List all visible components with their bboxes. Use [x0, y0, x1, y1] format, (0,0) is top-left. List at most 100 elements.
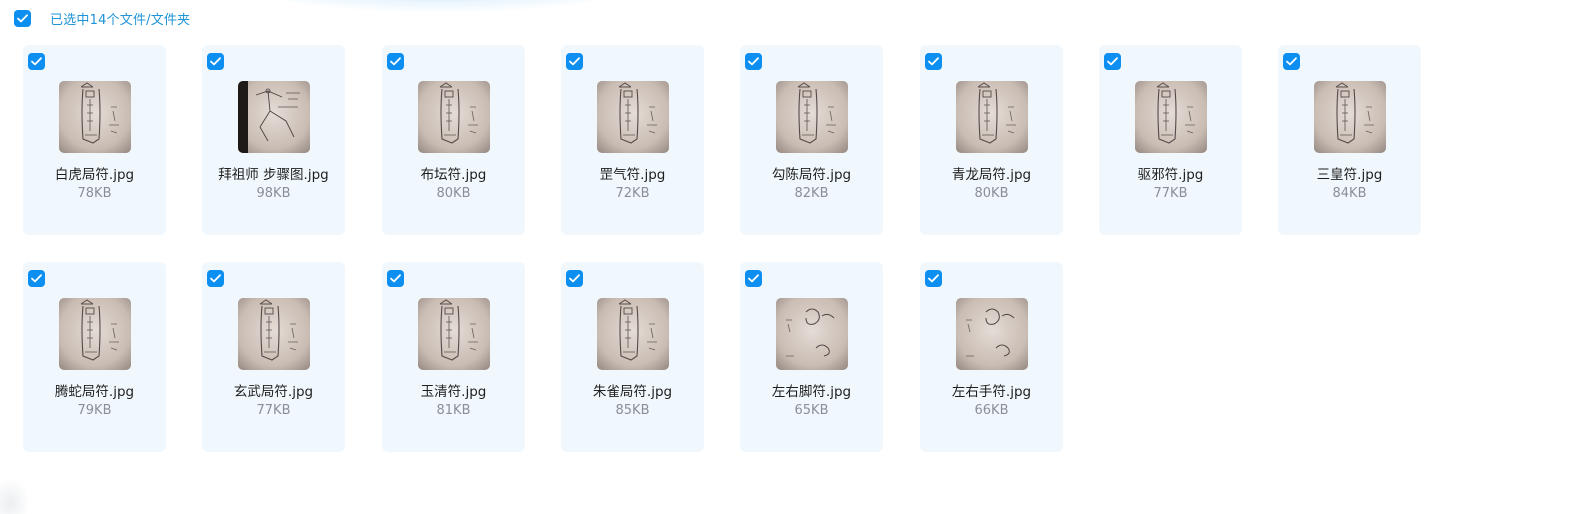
check-icon	[210, 57, 221, 66]
file-card[interactable]: 罡气符.jpg 72KB	[561, 45, 704, 235]
file-checkbox[interactable]	[28, 53, 45, 70]
check-icon	[748, 57, 759, 66]
check-icon	[210, 274, 221, 283]
file-thumbnail[interactable]	[597, 298, 669, 370]
file-thumbnail[interactable]	[238, 298, 310, 370]
file-size: 66KB	[974, 403, 1009, 418]
select-all-checkbox[interactable]	[14, 9, 31, 27]
check-icon	[31, 57, 42, 66]
check-icon	[928, 57, 939, 66]
file-thumbnail[interactable]	[776, 81, 848, 153]
selection-bar: 已选中14个文件/文件夹	[14, 8, 190, 28]
check-icon	[31, 274, 42, 283]
file-size: 78KB	[77, 186, 112, 201]
file-thumbnail[interactable]	[59, 298, 131, 370]
file-checkbox[interactable]	[28, 270, 45, 287]
file-card[interactable]: 拜祖师 步骤图.jpg 98KB	[202, 45, 345, 235]
file-thumbnail[interactable]	[597, 81, 669, 153]
file-name: 白虎局符.jpg	[54, 167, 135, 183]
check-icon	[1107, 57, 1118, 66]
file-checkbox[interactable]	[925, 53, 942, 70]
check-icon	[390, 274, 401, 283]
file-checkbox[interactable]	[1283, 53, 1300, 70]
top-glow-decoration	[250, 0, 630, 12]
thumbnail-image	[956, 81, 1028, 153]
file-thumbnail[interactable]	[1135, 81, 1207, 153]
thumbnail-image	[776, 298, 848, 370]
file-checkbox[interactable]	[745, 270, 762, 287]
check-icon	[928, 274, 939, 283]
file-size: 80KB	[974, 186, 1009, 201]
corner-fade-decoration	[0, 478, 30, 514]
file-grid-view: 已选中14个文件/文件夹 白虎局符.jpg 78KB 拜祖师 步骤图.jpg 98KB…	[0, 0, 1575, 514]
file-card[interactable]: 布坛符.jpg 80KB	[382, 45, 525, 235]
file-size: 65KB	[794, 403, 829, 418]
file-size: 79KB	[77, 403, 112, 418]
thumbnail-image	[238, 81, 310, 153]
file-card[interactable]: 玉清符.jpg 81KB	[382, 262, 525, 452]
file-checkbox[interactable]	[1104, 53, 1121, 70]
file-name: 罡气符.jpg	[599, 167, 666, 183]
thumbnail-image	[59, 298, 131, 370]
file-checkbox[interactable]	[387, 53, 404, 70]
file-size: 85KB	[615, 403, 650, 418]
file-name: 勾陈局符.jpg	[771, 167, 852, 183]
file-checkbox[interactable]	[387, 270, 404, 287]
file-thumbnail[interactable]	[418, 81, 490, 153]
file-size: 72KB	[615, 186, 650, 201]
file-card[interactable]: 朱雀局符.jpg 85KB	[561, 262, 704, 452]
file-card[interactable]: 青龙局符.jpg 80KB	[920, 45, 1063, 235]
file-thumbnail[interactable]	[59, 81, 131, 153]
file-card[interactable]: 左右手符.jpg 66KB	[920, 262, 1063, 452]
file-size: 84KB	[1332, 186, 1367, 201]
file-thumbnail[interactable]	[238, 81, 310, 153]
file-thumbnail[interactable]	[1314, 81, 1386, 153]
file-card[interactable]: 玄武局符.jpg 77KB	[202, 262, 345, 452]
file-card[interactable]: 腾蛇局符.jpg 79KB	[23, 262, 166, 452]
check-icon	[1286, 57, 1297, 66]
check-icon	[569, 274, 580, 283]
file-checkbox[interactable]	[207, 270, 224, 287]
file-card[interactable]: 勾陈局符.jpg 82KB	[740, 45, 883, 235]
file-name: 朱雀局符.jpg	[592, 384, 673, 400]
file-thumbnail[interactable]	[956, 298, 1028, 370]
file-checkbox[interactable]	[207, 53, 224, 70]
file-name: 三皇符.jpg	[1316, 167, 1383, 183]
file-size: 80KB	[436, 186, 471, 201]
file-name: 玄武局符.jpg	[233, 384, 314, 400]
file-name: 拜祖师 步骤图.jpg	[218, 167, 329, 183]
thumbnail-image	[238, 298, 310, 370]
thumbnail-image	[418, 298, 490, 370]
check-icon	[17, 13, 28, 22]
file-size: 81KB	[436, 403, 471, 418]
thumbnail-image	[776, 81, 848, 153]
check-icon	[390, 57, 401, 66]
file-card[interactable]: 三皇符.jpg 84KB	[1278, 45, 1421, 235]
file-name: 布坛符.jpg	[420, 167, 487, 183]
file-checkbox[interactable]	[566, 53, 583, 70]
file-card[interactable]: 白虎局符.jpg 78KB	[23, 45, 166, 235]
file-card[interactable]: 左右脚符.jpg 65KB	[740, 262, 883, 452]
thumbnail-image	[597, 298, 669, 370]
file-name: 左右手符.jpg	[951, 384, 1032, 400]
thumbnail-image	[1314, 81, 1386, 153]
check-icon	[569, 57, 580, 66]
file-thumbnail[interactable]	[776, 298, 848, 370]
file-size: 77KB	[256, 403, 291, 418]
file-size: 77KB	[1153, 186, 1188, 201]
thumbnail-image	[418, 81, 490, 153]
file-thumbnail[interactable]	[956, 81, 1028, 153]
file-checkbox[interactable]	[925, 270, 942, 287]
file-card[interactable]: 驱邪符.jpg 77KB	[1099, 45, 1242, 235]
file-size: 82KB	[794, 186, 829, 201]
file-name: 驱邪符.jpg	[1137, 167, 1204, 183]
file-checkbox[interactable]	[566, 270, 583, 287]
selection-count-label: 已选中14个文件/文件夹	[50, 12, 191, 28]
thumbnail-image	[956, 298, 1028, 370]
thumbnail-image	[59, 81, 131, 153]
thumbnail-image	[1135, 81, 1207, 153]
file-thumbnail[interactable]	[418, 298, 490, 370]
file-name: 腾蛇局符.jpg	[54, 384, 135, 400]
file-name: 左右脚符.jpg	[771, 384, 852, 400]
file-checkbox[interactable]	[745, 53, 762, 70]
